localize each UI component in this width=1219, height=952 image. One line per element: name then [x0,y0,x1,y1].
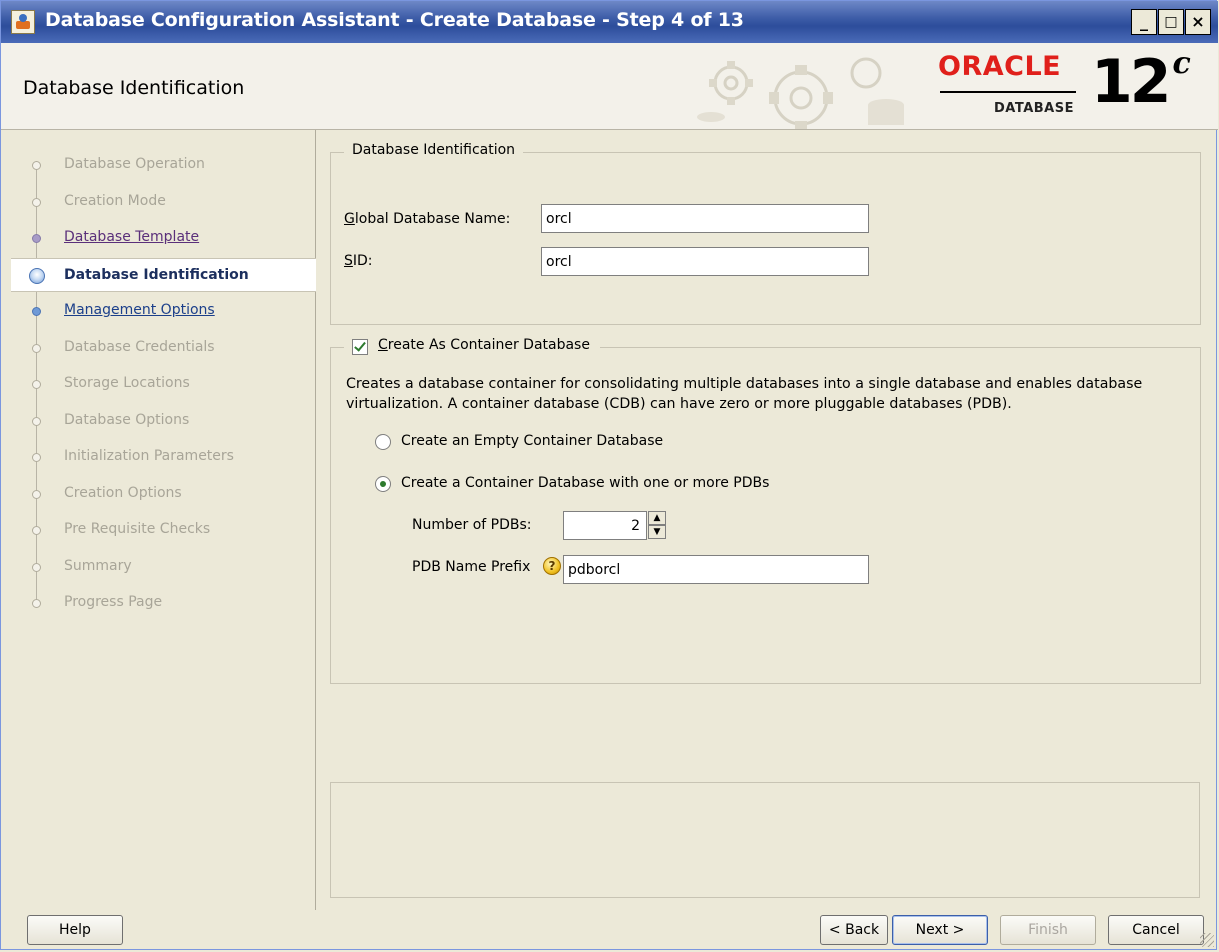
empty-cdb-radio[interactable] [375,434,391,450]
identification-group-title: Database Identification [344,142,524,158]
nav-step-label: Database Credentials [64,338,215,355]
logo-rule [940,91,1076,93]
nav-step-label: Progress Page [64,594,163,610]
cdb-description: Creates a database container for consoli… [346,376,1143,412]
cdb-with-pdbs-text: Create a Container Database with one or … [401,475,770,491]
global-db-name-input[interactable]: orcl [541,204,869,233]
page-title: Database Identification [23,77,245,99]
nav-step-database-operation: Database Operation [11,148,316,182]
create-cdb-checkbox-label[interactable]: Create As Container Database [378,337,590,353]
nav-step-label: Summary [64,557,132,574]
oracle-wordmark: ORACLE [938,51,1062,82]
step-indicator-icon [32,234,41,243]
maximize-button[interactable]: □ [1158,9,1184,35]
minimize-button[interactable]: _ [1131,9,1157,35]
nav-step-database-identification[interactable]: Database Identification [11,257,316,292]
step-indicator-icon [32,343,41,353]
nav-step-database-options: Database Options [11,404,316,438]
help-hint-icon[interactable]: ? [543,557,561,575]
cancel-button-label: Cancel [1132,922,1180,938]
sid-label-text: ID: [352,253,373,269]
cdb-with-pdbs-radio-label[interactable]: Create a Container Database with one or … [401,475,769,491]
empty-cdb-radio-label[interactable]: Create an Empty Container Database [401,433,663,449]
gears-graphic-icon [697,57,904,129]
spinner-up-icon[interactable]: ▲ [648,511,666,525]
step-indicator-icon [32,161,41,170]
dbca-window: Database Configuration Assistant - Creat… [0,0,1218,950]
nav-step-label: Database Options [64,411,190,428]
sid-label: SID: [344,253,373,269]
title-bar[interactable]: Database Configuration Assistant - Creat… [1,1,1218,43]
step-indicator-icon [32,453,41,462]
message-panel [330,782,1200,898]
num-pdbs-spinner-input[interactable]: 2 [563,511,647,540]
step-indicator-icon [32,307,41,316]
empty-cdb-text: Create an Empty Container Database [401,433,664,449]
nav-step-storage-locations: Storage Locations [11,367,316,401]
identification-group [330,152,1201,325]
step-indicator-icon [32,526,41,535]
step-indicator-icon [32,562,41,572]
pdb-prefix-input[interactable]: pdborcl [563,555,869,584]
step-indicator-icon [32,489,41,499]
nav-step-creation-options: Creation Options [11,477,316,511]
oracle-logo: ORACLE DATABASE [938,51,1078,123]
version-badge: 12 c [1091,46,1191,117]
window-title: Database Configuration Assistant - Creat… [45,9,744,31]
step-indicator-icon [32,599,41,608]
step-indicator-icon [29,267,45,284]
finish-button-label: Finish [1028,922,1068,938]
step-indicator-icon [32,380,41,389]
nav-step-label: Initialization Parameters [64,448,234,464]
version-suffix: c [1172,46,1191,81]
next-button[interactable]: Next > [892,915,988,945]
step-navigation: Database Operation Creation Mode Database … [11,130,316,910]
resize-grip-icon[interactable] [1200,933,1214,947]
nav-step-label: Database Identification [64,266,249,283]
nav-step-label: Storage Locations [64,375,190,391]
nav-step-label: Database Template [64,229,200,245]
nav-step-database-template[interactable]: Database Template [11,221,316,255]
finish-button[interactable]: Finish [1000,915,1096,945]
create-cdb-checkbox[interactable] [352,339,368,355]
container-group-header: Create As Container Database [344,337,600,359]
sid-input[interactable]: orcl [541,247,869,276]
close-button[interactable]: × [1185,9,1211,35]
nav-step-pre-requisite-checks: Pre Requisite Checks [11,513,316,547]
page-header: Database Identification ORACLE DATABASE … [1,43,1218,130]
nav-step-label: Database Operation [64,156,205,172]
cdb-with-pdbs-radio[interactable] [375,476,391,492]
oracle-product-label: DATABASE [994,101,1074,116]
global-db-name-label-text: lobal Database Name: [354,211,511,227]
back-button[interactable]: < Back [820,915,888,945]
nav-step-label: Pre Requisite Checks [64,521,211,537]
help-button[interactable]: Help [27,915,123,945]
nav-step-database-credentials: Database Credentials [11,331,316,365]
spinner-down-icon[interactable]: ▼ [648,525,666,539]
nav-step-progress-page: Progress Page [11,586,316,620]
nav-step-label: Creation Options [64,484,182,501]
step-indicator-icon [32,416,41,426]
back-button-label: < Back [828,922,880,938]
nav-step-label: Creation Mode [64,192,166,209]
cancel-button[interactable]: Cancel [1108,915,1204,945]
pdb-prefix-label: PDB Name Prefix [412,559,531,575]
version-number: 12 [1091,47,1171,117]
nav-step-label: Management Options [64,302,215,318]
help-button-label: Help [59,922,91,938]
nav-step-creation-mode: Creation Mode [11,185,316,219]
java-app-icon [11,10,35,34]
next-button-label: Next > [915,922,965,938]
create-cdb-checkbox-text: reate As Container Database [387,337,590,353]
global-db-name-label: Global Database Name: [344,211,511,227]
nav-step-summary: Summary [11,550,316,584]
step-indicator-icon [32,197,41,207]
num-pdbs-label: Number of PDBs: [412,517,532,533]
nav-step-initialization-parameters: Initialization Parameters [11,440,316,474]
nav-step-management-options[interactable]: Management Options [11,294,316,328]
